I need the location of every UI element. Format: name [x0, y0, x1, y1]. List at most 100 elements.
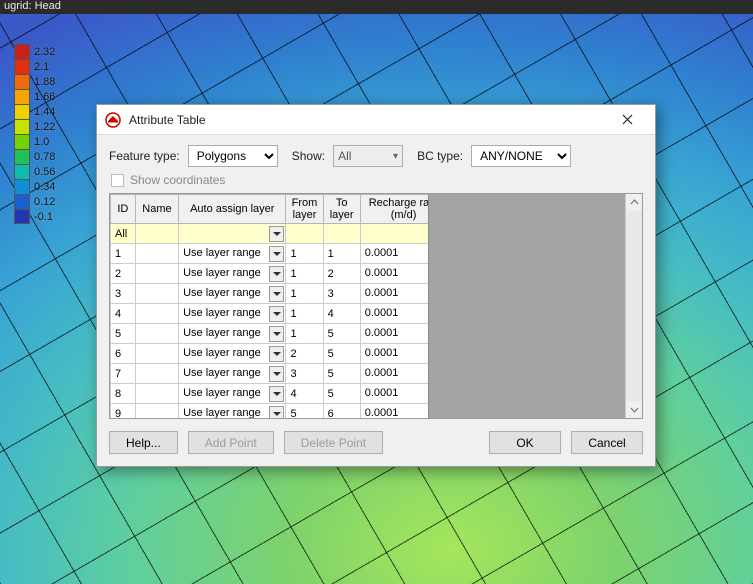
cell-from[interactable]: 1	[286, 244, 323, 264]
cell-id[interactable]: All	[111, 224, 136, 244]
legend-value: 2.1	[34, 61, 49, 73]
cell-recharge[interactable]: ▴⋯▾	[360, 224, 428, 244]
cell-from[interactable]: 1	[286, 284, 323, 304]
cell-name[interactable]	[135, 384, 178, 404]
legend-swatch	[14, 194, 30, 209]
col-auto[interactable]: Auto assign layer	[179, 195, 286, 224]
cell-to[interactable]: 6	[323, 404, 360, 418]
cell-name[interactable]	[135, 324, 178, 344]
cell-id[interactable]: 8	[111, 384, 136, 404]
cell-recharge[interactable]: 0.0001▴⋯▾	[360, 244, 428, 264]
cell-name[interactable]	[135, 284, 178, 304]
bc-type-select[interactable]: ANY/NONE	[471, 145, 571, 167]
cell-to[interactable]: 1	[323, 244, 360, 264]
help-button[interactable]: Help...	[109, 431, 178, 454]
cell-id[interactable]: 2	[111, 264, 136, 284]
cell-id[interactable]: 4	[111, 304, 136, 324]
dropdown-icon[interactable]	[269, 266, 284, 282]
cell-recharge[interactable]: 0.0001▴⋯▾	[360, 264, 428, 284]
cell-from[interactable]: 4	[286, 384, 323, 404]
col-recharge[interactable]: Recharge rate (m/d)	[360, 195, 428, 224]
cell-to[interactable]: 3	[323, 284, 360, 304]
col-from[interactable]: From layer	[286, 195, 323, 224]
dropdown-icon[interactable]	[269, 346, 284, 362]
cell-id[interactable]: 9	[111, 404, 136, 418]
cell-auto[interactable]: Use layer range	[179, 264, 286, 284]
cell-to[interactable]: 5	[323, 384, 360, 404]
cell-name[interactable]	[135, 224, 178, 244]
cell-to[interactable]: 5	[323, 324, 360, 344]
cell-auto[interactable]: Use layer range	[179, 304, 286, 324]
cell-id[interactable]: 1	[111, 244, 136, 264]
cell-from[interactable]: 2	[286, 344, 323, 364]
cell-from[interactable]: 5	[286, 404, 323, 418]
table-row: 5Use layer range150.0001▴⋯▾400.0	[111, 324, 429, 344]
cell-auto[interactable]: Use layer range	[179, 404, 286, 418]
dropdown-icon[interactable]	[269, 286, 284, 302]
ok-button[interactable]: OK	[489, 431, 561, 454]
cell-from[interactable]	[286, 224, 323, 244]
show-coords-checkbox[interactable]	[111, 174, 124, 187]
title-bar[interactable]: Attribute Table	[97, 105, 655, 135]
cell-recharge[interactable]: 0.0001▴⋯▾	[360, 344, 428, 364]
cell-id[interactable]: 5	[111, 324, 136, 344]
cell-id[interactable]: 6	[111, 344, 136, 364]
cell-to[interactable]: 5	[323, 344, 360, 364]
cell-name[interactable]	[135, 264, 178, 284]
cell-from[interactable]: 1	[286, 324, 323, 344]
dropdown-icon[interactable]	[269, 226, 284, 242]
legend-swatch	[14, 209, 30, 224]
cell-name[interactable]	[135, 244, 178, 264]
dropdown-icon[interactable]	[269, 366, 284, 382]
dropdown-icon[interactable]	[269, 306, 284, 322]
cell-from[interactable]: 3	[286, 364, 323, 384]
cell-recharge[interactable]: 0.0001▴⋯▾	[360, 324, 428, 344]
dropdown-icon[interactable]	[269, 406, 284, 418]
cell-from[interactable]: 1	[286, 304, 323, 324]
cell-auto[interactable]: Use layer range	[179, 344, 286, 364]
legend-value: -0.1	[34, 211, 53, 223]
legend-value: 0.34	[34, 181, 55, 193]
attribute-table-dialog: Attribute Table Feature type: Polygons S…	[96, 104, 656, 467]
delete-point-button: Delete Point	[284, 431, 383, 454]
cell-auto[interactable]	[179, 224, 286, 244]
cell-auto[interactable]: Use layer range	[179, 364, 286, 384]
scroll-down-icon[interactable]	[626, 401, 642, 418]
table-row: 8Use layer range450.0001▴⋯▾400.0	[111, 384, 429, 404]
dropdown-icon[interactable]	[269, 246, 284, 262]
cell-recharge[interactable]: 0.0001▴⋯▾	[360, 284, 428, 304]
cancel-button[interactable]: Cancel	[571, 431, 643, 454]
cell-id[interactable]: 3	[111, 284, 136, 304]
cell-name[interactable]	[135, 344, 178, 364]
dropdown-icon[interactable]	[269, 326, 284, 342]
cell-name[interactable]	[135, 304, 178, 324]
cell-recharge[interactable]: 0.0001▴⋯▾	[360, 304, 428, 324]
cell-to[interactable]	[323, 224, 360, 244]
col-name[interactable]: Name	[135, 195, 178, 224]
legend-swatch	[14, 59, 30, 74]
cell-auto[interactable]: Use layer range	[179, 384, 286, 404]
feature-type-select[interactable]: Polygons	[188, 145, 278, 167]
col-id[interactable]: ID	[111, 195, 136, 224]
cell-recharge[interactable]: 0.0001▴⋯▾	[360, 404, 428, 418]
cell-auto[interactable]: Use layer range	[179, 244, 286, 264]
cell-name[interactable]	[135, 364, 178, 384]
table-scrollbar[interactable]	[625, 194, 642, 418]
cell-recharge[interactable]: 0.0001▴⋯▾	[360, 364, 428, 384]
cell-auto[interactable]: Use layer range	[179, 324, 286, 344]
cell-auto[interactable]: Use layer range	[179, 284, 286, 304]
close-button[interactable]	[607, 108, 647, 132]
cell-id[interactable]: 7	[111, 364, 136, 384]
show-select: All▾	[333, 145, 403, 167]
cell-to[interactable]: 2	[323, 264, 360, 284]
scroll-up-icon[interactable]	[626, 194, 642, 211]
cell-from[interactable]: 1	[286, 264, 323, 284]
dropdown-icon[interactable]	[269, 386, 284, 402]
cell-recharge[interactable]: 0.0001▴⋯▾	[360, 384, 428, 404]
attribute-table[interactable]: ID Name Auto assign layer From layer To …	[110, 194, 428, 418]
col-to[interactable]: To layer	[323, 195, 360, 224]
cell-to[interactable]: 5	[323, 364, 360, 384]
add-point-button: Add Point	[188, 431, 274, 454]
cell-name[interactable]	[135, 404, 178, 418]
cell-to[interactable]: 4	[323, 304, 360, 324]
